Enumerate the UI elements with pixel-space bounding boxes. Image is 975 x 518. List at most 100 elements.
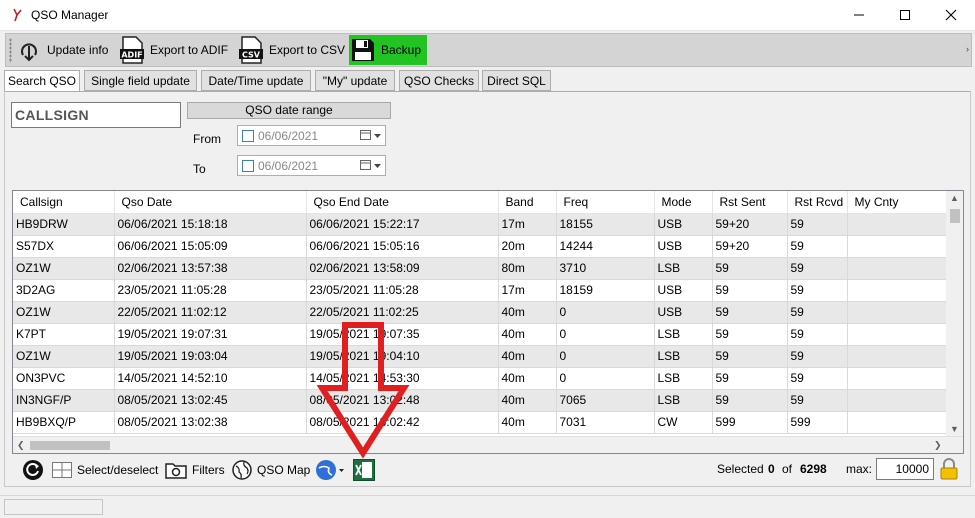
table-cell[interactable]: USB bbox=[654, 213, 713, 236]
update-info-button[interactable]: Update info bbox=[15, 35, 108, 65]
table-cell[interactable]: 59+20 bbox=[712, 235, 788, 258]
table-cell[interactable]: 59 bbox=[712, 301, 788, 324]
table-cell[interactable]: 0 bbox=[556, 301, 655, 324]
table-cell[interactable]: 59 bbox=[712, 279, 788, 302]
table-cell[interactable]: OZ1W bbox=[13, 257, 115, 280]
column-header[interactable]: Rst Sent bbox=[712, 191, 788, 214]
table-cell[interactable]: 02/06/2021 13:58:09 bbox=[306, 257, 499, 280]
export-excel-button[interactable] bbox=[353, 456, 380, 484]
table-cell[interactable]: 59 bbox=[787, 367, 848, 390]
table-cell[interactable] bbox=[847, 279, 948, 302]
table-cell[interactable]: 599 bbox=[787, 411, 848, 434]
scroll-down-icon[interactable]: ▼ bbox=[950, 425, 959, 434]
table-cell[interactable]: 06/06/2021 15:05:09 bbox=[114, 235, 307, 258]
table-cell[interactable] bbox=[847, 367, 948, 390]
table-cell[interactable]: LSB bbox=[654, 389, 713, 412]
table-cell[interactable]: 40m bbox=[498, 323, 557, 346]
vertical-scroll-thumb[interactable] bbox=[950, 209, 960, 223]
table-cell[interactable]: 19/05/2021 19:03:04 bbox=[114, 345, 307, 368]
table-cell[interactable]: HB9BXQ/P bbox=[13, 411, 115, 434]
table-cell[interactable]: USB bbox=[654, 301, 713, 324]
table-cell[interactable]: 23/05/2021 11:05:28 bbox=[114, 279, 307, 302]
table-cell[interactable]: 3D2AG bbox=[13, 279, 115, 302]
from-date-checkbox[interactable] bbox=[242, 129, 254, 142]
table-cell[interactable]: 19/05/2021 19:04:10 bbox=[306, 345, 499, 368]
table-row[interactable]: HB9DRW 06/06/2021 15:18:18 06/06/2021 15:2… bbox=[13, 213, 948, 236]
table-cell[interactable]: 02/06/2021 13:57:38 bbox=[114, 257, 307, 280]
scroll-left-icon[interactable]: ❮ bbox=[17, 441, 25, 450]
table-cell[interactable]: 599 bbox=[712, 411, 788, 434]
table-cell[interactable]: 18159 bbox=[556, 279, 655, 302]
table-cell[interactable]: 06/06/2021 15:05:16 bbox=[306, 235, 499, 258]
table-cell[interactable]: LSB bbox=[654, 345, 713, 368]
table-cell[interactable]: 59 bbox=[712, 323, 788, 346]
table-cell[interactable]: 80m bbox=[498, 257, 557, 280]
table-cell[interactable]: 40m bbox=[498, 389, 557, 412]
table-cell[interactable]: 59 bbox=[787, 301, 848, 324]
table-cell[interactable]: 18155 bbox=[556, 213, 655, 236]
tab-date-time-update[interactable]: Date/Time update bbox=[201, 70, 311, 91]
table-row[interactable]: IN3NGF/P 08/05/2021 13:02:45 08/05/2021 13… bbox=[13, 389, 948, 412]
filters-button[interactable]: Filters bbox=[165, 456, 225, 484]
qso-grid[interactable]: Callsign Qso Date Qso End Date Band Freq Mode… bbox=[12, 190, 964, 454]
column-header[interactable]: Freq bbox=[556, 191, 655, 214]
to-date-checkbox[interactable] bbox=[242, 159, 254, 172]
table-cell[interactable]: 08/05/2021 13:02:48 bbox=[306, 389, 499, 412]
table-row[interactable]: OZ1W 02/06/2021 13:57:38 02/06/2021 13:58:… bbox=[13, 257, 948, 280]
tab-search-qso[interactable]: Search QSO bbox=[4, 70, 80, 92]
table-cell[interactable]: 0 bbox=[556, 323, 655, 346]
lock-icon[interactable] bbox=[939, 458, 959, 483]
vertical-scrollbar[interactable]: ▲ ▼ bbox=[946, 191, 963, 437]
table-cell[interactable] bbox=[847, 389, 948, 412]
minimize-icon[interactable] bbox=[836, 0, 882, 30]
table-cell[interactable]: ON3PVC bbox=[13, 367, 115, 390]
table-cell[interactable]: 59 bbox=[787, 235, 848, 258]
export-adif-button[interactable]: ADIF Export to ADIF bbox=[118, 35, 228, 65]
table-cell[interactable]: 59 bbox=[712, 389, 788, 412]
table-cell[interactable]: 40m bbox=[498, 345, 557, 368]
toolbar-overflow-icon[interactable]: › bbox=[966, 44, 969, 54]
callsign-input[interactable]: CALLSIGN bbox=[11, 102, 181, 128]
table-cell[interactable]: 59 bbox=[787, 213, 848, 236]
table-row[interactable]: K7PT 19/05/2021 19:07:31 19/05/2021 19:07:… bbox=[13, 323, 948, 346]
table-cell[interactable]: 40m bbox=[498, 301, 557, 324]
table-row[interactable]: ON3PVC 14/05/2021 14:52:10 14/05/2021 14:5… bbox=[13, 367, 948, 390]
refresh-button[interactable] bbox=[22, 456, 49, 484]
table-cell[interactable]: LSB bbox=[654, 367, 713, 390]
column-header[interactable]: Qso Date bbox=[114, 191, 307, 214]
max-records-input[interactable]: 10000 bbox=[876, 458, 934, 480]
table-cell[interactable]: USB bbox=[654, 279, 713, 302]
table-cell[interactable]: 14244 bbox=[556, 235, 655, 258]
horizontal-scrollbar[interactable]: ❮ ❯ bbox=[13, 436, 963, 453]
backup-button[interactable]: Backup bbox=[349, 35, 428, 65]
toolbar-grip[interactable] bbox=[9, 38, 12, 63]
table-cell[interactable] bbox=[847, 345, 948, 368]
table-cell[interactable]: 40m bbox=[498, 411, 557, 434]
table-cell[interactable]: 59 bbox=[712, 257, 788, 280]
table-cell[interactable]: S57DX bbox=[13, 235, 115, 258]
column-header[interactable]: Band bbox=[498, 191, 557, 214]
table-cell[interactable]: OZ1W bbox=[13, 301, 115, 324]
table-cell[interactable]: 22/05/2021 11:02:12 bbox=[114, 301, 307, 324]
table-row[interactable]: OZ1W 22/05/2021 11:02:12 22/05/2021 11:02:… bbox=[13, 301, 948, 324]
table-cell[interactable]: 0 bbox=[556, 367, 655, 390]
table-cell[interactable] bbox=[847, 323, 948, 346]
maximize-icon[interactable] bbox=[882, 0, 928, 30]
table-cell[interactable]: 08/05/2021 13:02:45 bbox=[114, 389, 307, 412]
table-cell[interactable] bbox=[847, 213, 948, 236]
select-deselect-button[interactable]: Select/deselect bbox=[52, 456, 158, 484]
table-cell[interactable]: IN3NGF/P bbox=[13, 389, 115, 412]
table-cell[interactable]: LSB bbox=[654, 323, 713, 346]
table-cell[interactable]: 19/05/2021 19:07:31 bbox=[114, 323, 307, 346]
table-cell[interactable]: 06/06/2021 15:18:18 bbox=[114, 213, 307, 236]
column-header[interactable]: Mode bbox=[654, 191, 713, 214]
table-cell[interactable]: USB bbox=[654, 235, 713, 258]
table-cell[interactable]: 23/05/2021 11:05:28 bbox=[306, 279, 499, 302]
from-date-picker[interactable]: 06/06/2021 bbox=[237, 125, 386, 146]
tab-my-update[interactable]: "My" update bbox=[315, 70, 395, 91]
column-header[interactable]: Rst Rcvd bbox=[787, 191, 848, 214]
table-cell[interactable]: 3710 bbox=[556, 257, 655, 280]
table-row[interactable]: OZ1W 19/05/2021 19:03:04 19/05/2021 19:04:… bbox=[13, 345, 948, 368]
table-cell[interactable]: 14/05/2021 14:52:10 bbox=[114, 367, 307, 390]
horizontal-scroll-thumb[interactable] bbox=[30, 441, 110, 450]
